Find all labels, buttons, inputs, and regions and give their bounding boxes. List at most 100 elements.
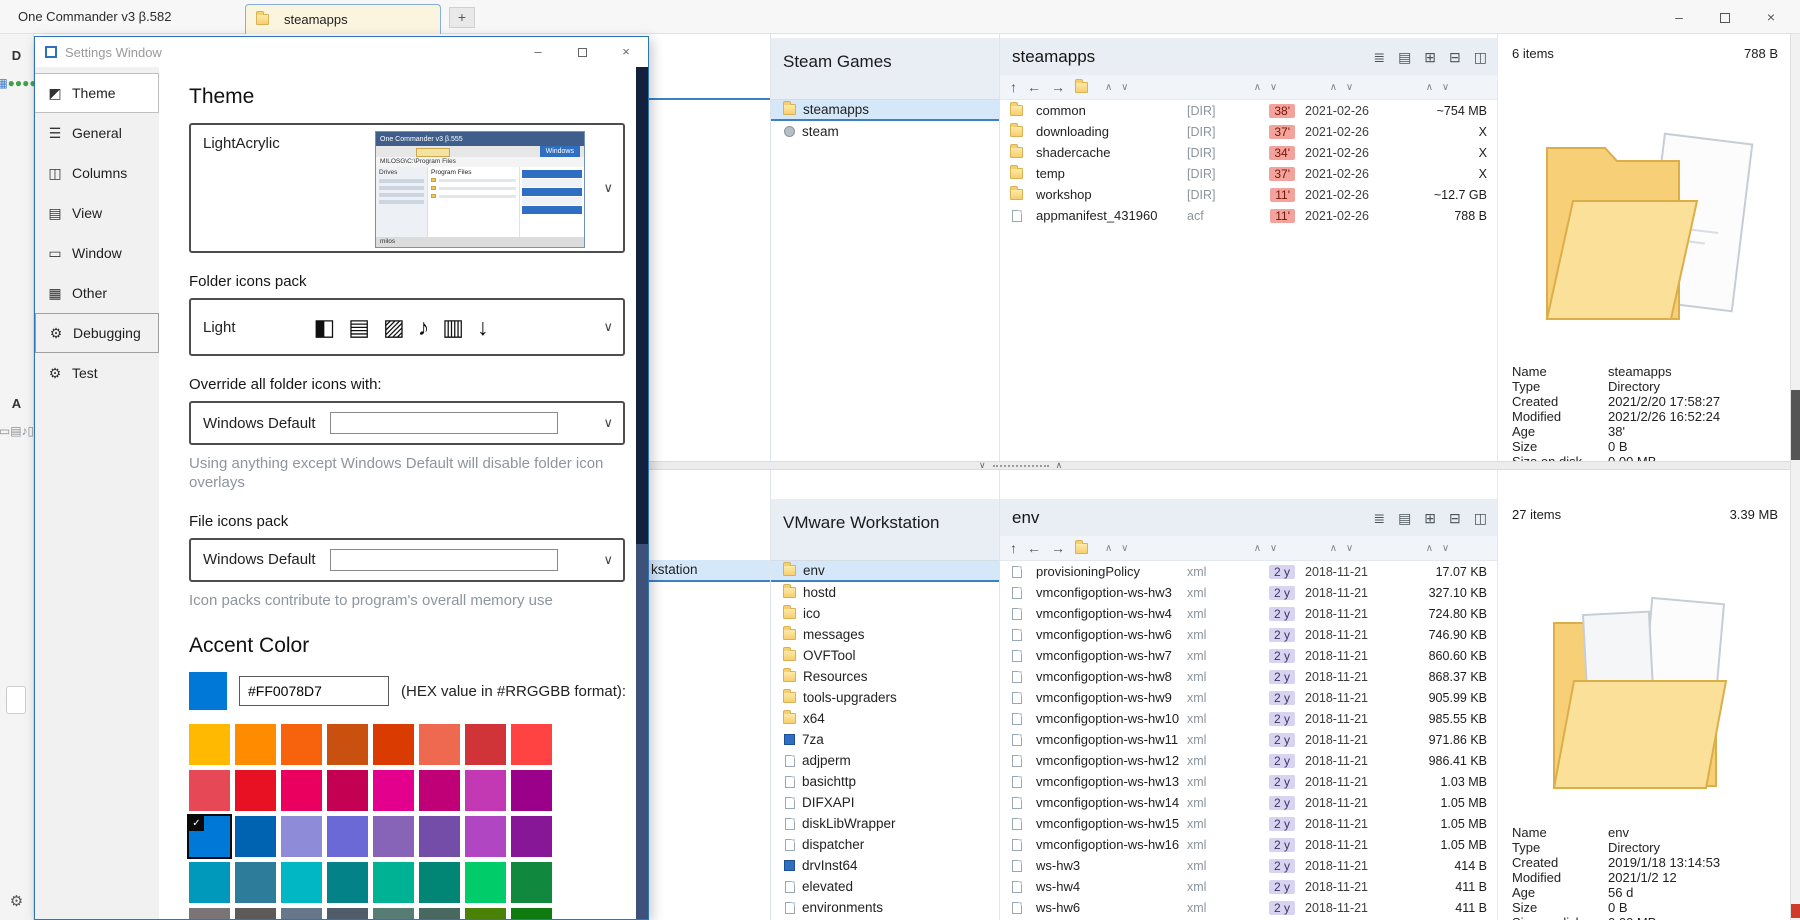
file-row[interactable]: downloading [DIR] 37' 2021-02-26 X — [1000, 121, 1497, 142]
toolbar-icon[interactable]: ▤ — [1398, 50, 1411, 64]
color-swatch[interactable] — [189, 908, 230, 919]
goto-folder-icon[interactable] — [1075, 543, 1088, 554]
color-swatch[interactable] — [511, 724, 552, 765]
color-swatch[interactable] — [327, 816, 368, 857]
settings-nav-item[interactable]: ▤ View — [35, 193, 159, 233]
tab-steamapps[interactable]: steamapps — [245, 4, 441, 34]
color-swatch[interactable] — [235, 862, 276, 903]
color-swatch[interactable] — [373, 908, 414, 919]
forward-icon[interactable]: → — [1051, 540, 1065, 556]
settings-maximize-button[interactable] — [560, 37, 604, 67]
toolbar-icon[interactable]: ◫ — [1474, 50, 1487, 64]
file-row[interactable]: ws-hw3 xml 2 y 2018-11-21 414 B — [1000, 855, 1497, 876]
folder-row[interactable]: OVFTool — [771, 645, 999, 666]
maximize-button[interactable] — [1702, 0, 1748, 34]
settings-titlebar[interactable]: Settings Window – × — [35, 37, 648, 67]
folder-row[interactable]: diskLibWrapper — [771, 813, 999, 834]
color-swatch[interactable] — [373, 770, 414, 811]
settings-scrollbar-thumb[interactable] — [636, 67, 648, 544]
file-row[interactable]: vmconfigoption-ws-hw7 xml 2 y 2018-11-21… — [1000, 645, 1497, 666]
toolbar-icon[interactable]: ⊞ — [1424, 511, 1436, 525]
rail-icon[interactable]: ● — [8, 76, 15, 90]
sort-size-toggle[interactable]: ∧ ∨ — [1426, 82, 1452, 93]
color-swatch[interactable] — [511, 862, 552, 903]
file-row[interactable]: vmconfigoption-ws-hw8 xml 2 y 2018-11-21… — [1000, 666, 1497, 687]
settings-scrollbar[interactable] — [636, 67, 648, 919]
file-row[interactable]: vmconfigoption-ws-hw16 xml 2 y 2018-11-2… — [1000, 834, 1497, 855]
file-row[interactable]: provisioningPolicy xml 2 y 2018-11-21 17… — [1000, 561, 1497, 582]
color-swatch[interactable] — [373, 862, 414, 903]
color-swatch[interactable] — [419, 770, 460, 811]
file-row[interactable]: appmanifest_431960 acf 11' 2021-02-26 78… — [1000, 205, 1497, 226]
color-swatch[interactable] — [465, 816, 506, 857]
up-icon[interactable]: ↑ — [1010, 540, 1017, 556]
color-swatch[interactable] — [281, 816, 322, 857]
file-row[interactable]: vmconfigoption-ws-hw11 xml 2 y 2018-11-2… — [1000, 729, 1497, 750]
new-tab-button[interactable]: + — [449, 7, 475, 28]
color-swatch[interactable] — [373, 724, 414, 765]
folder-row[interactable]: tools-upgraders — [771, 687, 999, 708]
folder-row[interactable]: messages — [771, 624, 999, 645]
file-row[interactable]: vmconfigoption-ws-hw15 xml 2 y 2018-11-2… — [1000, 813, 1497, 834]
rail-icon[interactable]: ▭ — [0, 424, 10, 438]
up-icon[interactable]: ↑ — [1010, 79, 1017, 95]
folder-row[interactable]: hostd — [771, 582, 999, 603]
color-swatch[interactable] — [419, 908, 460, 919]
back-icon[interactable]: ← — [1027, 540, 1041, 556]
file-row[interactable]: vmconfigoption-ws-hw9 xml 2 y 2018-11-21… — [1000, 687, 1497, 708]
minimize-button[interactable]: – — [1656, 0, 1702, 34]
color-swatch[interactable] — [235, 908, 276, 919]
color-swatch[interactable] — [511, 816, 552, 857]
folder-row[interactable]: drvInst64 — [771, 855, 999, 876]
color-swatch[interactable] — [235, 770, 276, 811]
file-row[interactable]: shadercache [DIR] 34' 2021-02-26 X — [1000, 142, 1497, 163]
file-pack-preview-field[interactable] — [330, 549, 558, 571]
file-row[interactable]: vmconfigoption-ws-hw6 xml 2 y 2018-11-21… — [1000, 624, 1497, 645]
color-swatch[interactable] — [465, 724, 506, 765]
sort-size-toggle[interactable]: ∧ ∨ — [1426, 543, 1452, 554]
toolbar-icon[interactable]: ≣ — [1373, 511, 1385, 525]
file-row[interactable]: vmconfigoption-ws-hw13 xml 2 y 2018-11-2… — [1000, 771, 1497, 792]
file-row[interactable]: vmconfigoption-ws-hw14 xml 2 y 2018-11-2… — [1000, 792, 1497, 813]
color-swatch[interactable] — [281, 908, 322, 919]
close-button[interactable]: × — [1748, 0, 1794, 34]
file-row[interactable]: vmconfigoption-ws-hw3 xml 2 y 2018-11-21… — [1000, 582, 1497, 603]
sort-age-toggle[interactable]: ∧ ∨ — [1254, 82, 1280, 93]
color-swatch[interactable] — [189, 862, 230, 903]
color-swatch[interactable] — [189, 816, 230, 857]
override-select[interactable]: Windows Default ∨ — [189, 401, 625, 445]
folder-row[interactable]: x64 — [771, 708, 999, 729]
color-swatch[interactable] — [327, 908, 368, 919]
drive-letter[interactable]: D — [12, 48, 21, 63]
color-swatch[interactable] — [235, 816, 276, 857]
forward-icon[interactable]: → — [1051, 79, 1065, 95]
folder-row[interactable]: dispatcher — [771, 834, 999, 855]
color-swatch[interactable] — [281, 770, 322, 811]
theme-select[interactable]: LightAcrylic One Commander v3 β.555 Wind… — [189, 123, 625, 253]
folder-row[interactable]: basichttp — [771, 771, 999, 792]
file-row[interactable]: common [DIR] 38' 2021-02-26 ~754 MB — [1000, 100, 1497, 121]
parent-selected-row[interactable]: kstation — [649, 560, 770, 582]
override-preview-field[interactable] — [330, 412, 558, 434]
file-row[interactable]: vmconfigoption-ws-hw12 xml 2 y 2018-11-2… — [1000, 750, 1497, 771]
file-pack-select[interactable]: Windows Default ∨ — [189, 538, 625, 582]
file-row[interactable]: ws-hw4 xml 2 y 2018-11-21 411 B — [1000, 876, 1497, 897]
rail-icon[interactable]: ▤ — [10, 424, 21, 438]
divider-handle[interactable]: ∨ ∧ — [979, 460, 1062, 471]
folder-row[interactable]: steamapps — [771, 100, 999, 121]
color-swatch[interactable] — [419, 862, 460, 903]
color-swatch[interactable] — [511, 908, 552, 919]
folder-row[interactable]: environments — [771, 897, 999, 918]
color-swatch[interactable] — [419, 816, 460, 857]
color-swatch[interactable] — [327, 862, 368, 903]
back-icon[interactable]: ← — [1027, 79, 1041, 95]
settings-minimize-button[interactable]: – — [516, 37, 560, 67]
color-swatch[interactable] — [189, 770, 230, 811]
folder-row[interactable]: elevated — [771, 876, 999, 897]
toolbar-icon[interactable]: ▤ — [1398, 511, 1411, 525]
folder-row[interactable]: steam — [771, 121, 999, 142]
file-row[interactable]: vmconfigoption-ws-hw10 xml 2 y 2018-11-2… — [1000, 708, 1497, 729]
folder-row[interactable]: ico — [771, 603, 999, 624]
settings-nav-item[interactable]: ◫ Columns — [35, 153, 159, 193]
file-row[interactable]: vmconfigoption-ws-hw4 xml 2 y 2018-11-21… — [1000, 603, 1497, 624]
